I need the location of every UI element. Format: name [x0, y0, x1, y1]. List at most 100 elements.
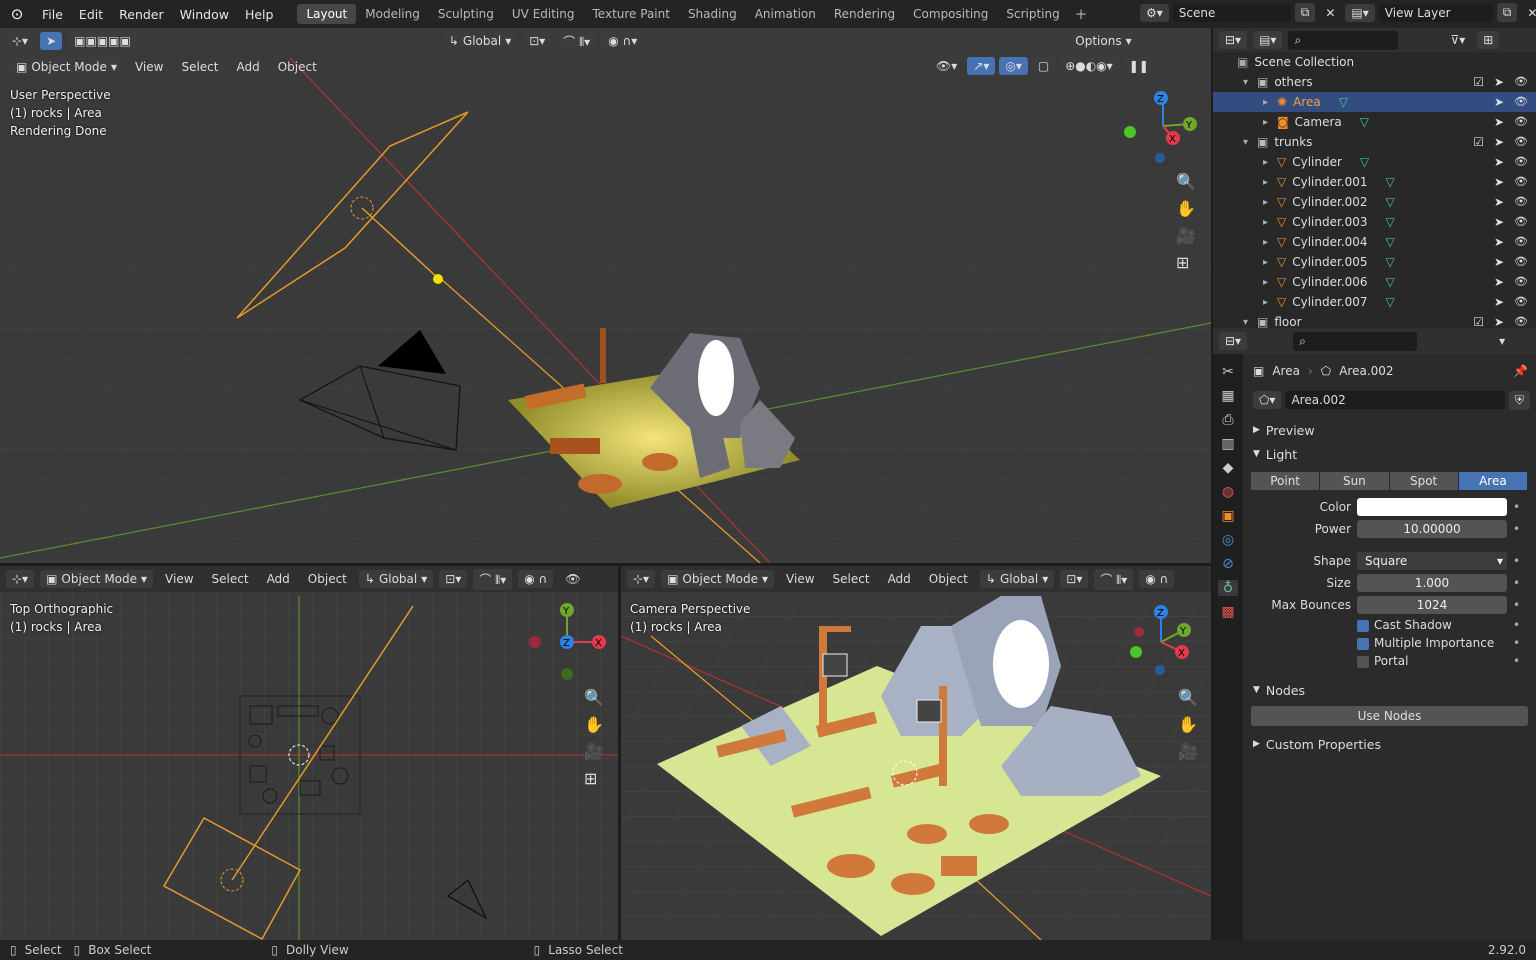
portal-checkbox[interactable]: Portal — [1357, 654, 1507, 668]
editor-type-button-br[interactable]: ⊹▾ — [627, 570, 656, 588]
menu-edit[interactable]: Edit — [71, 7, 111, 22]
data-icon[interactable]: ▽ — [1386, 175, 1395, 189]
outliner-row-cylinder-001[interactable]: ▸ ▽ Cylinder.001 ▽ ➤ 👁 — [1213, 172, 1536, 192]
datablock-name-field[interactable]: Area.002 — [1285, 391, 1505, 409]
visibility-eye-icon[interactable]: 👁 — [1514, 275, 1528, 289]
pin-icon[interactable]: 📌 — [1513, 364, 1528, 378]
view-layer-icon[interactable]: ▤▾ — [1345, 3, 1375, 22]
menu-view-bl[interactable]: View — [159, 570, 199, 588]
expand-icon[interactable]: ▸ — [1263, 257, 1277, 268]
editor-type-button-bl[interactable]: ⊹▾ — [6, 570, 35, 588]
viewport-camera[interactable]: ⊹▾ ▣ Object Mode ▾ View Select Add Objec… — [621, 566, 1211, 940]
snap-button-br[interactable]: ⌒ ⫴▾ — [1094, 568, 1134, 590]
scene-selector[interactable]: Scene — [1172, 3, 1291, 22]
workspace-tab-shading[interactable]: Shading — [679, 4, 746, 24]
outliner-row-others[interactable]: ▾ ▣ others ☑ ➤ 👁 — [1213, 72, 1536, 92]
custom-properties-section[interactable]: ▶ Custom Properties — [1247, 732, 1536, 756]
menu-select[interactable]: Select — [175, 58, 224, 76]
expand-icon[interactable]: ▸ — [1263, 177, 1277, 188]
overlay-toggle-icon[interactable]: ◎▾ — [999, 57, 1028, 75]
delete-scene-icon[interactable]: ✕ — [1319, 4, 1341, 22]
workspace-tab-rendering[interactable]: Rendering — [825, 4, 904, 24]
display-mode-icon[interactable]: ▤▾ — [1253, 31, 1283, 49]
properties-options-icon[interactable]: ▾ — [1493, 332, 1511, 350]
menu-select-bl[interactable]: Select — [206, 570, 255, 588]
multiple-importance-checkbox[interactable]: Multiple Importance — [1357, 636, 1507, 650]
properties-search-input[interactable]: ⌕ — [1293, 331, 1418, 351]
light-type-spot[interactable]: Spot — [1389, 472, 1459, 490]
light-type-area[interactable]: Area — [1458, 472, 1528, 490]
outliner-row-camera[interactable]: ▸ ◙ Camera ▽ ➤ 👁 — [1213, 112, 1536, 132]
pan-hand-icon-br[interactable]: ✋ — [1178, 715, 1198, 734]
viewport-perspective[interactable]: ⊹▾ ➤ ▣▣▣▣▣ ↳ Global ▾ ⊡▾ ⌒ ⫴▾ ◉ ∩▾ Optio… — [0, 28, 1211, 563]
options-dropdown[interactable]: Options ▾ — [1069, 32, 1138, 50]
workspace-tab-uv-editing[interactable]: UV Editing — [503, 4, 584, 24]
data-icon[interactable]: ▽ — [1386, 275, 1395, 289]
object-tab-icon[interactable]: ▣ — [1221, 508, 1234, 524]
data-icon[interactable]: ▽ — [1386, 235, 1395, 249]
selectable-icon[interactable]: ➤ — [1494, 235, 1504, 249]
workspace-tab-layout[interactable]: Layout — [297, 4, 357, 24]
visibility-eye-icon[interactable]: 👁 — [1514, 215, 1528, 229]
proportional-edit-button[interactable]: ◉ ∩▾ — [602, 32, 644, 50]
add-workspace-button[interactable]: + — [1075, 5, 1088, 23]
expand-icon[interactable]: ▸ — [1263, 197, 1277, 208]
light-type-point[interactable]: Point — [1251, 472, 1321, 490]
snap-button-bl[interactable]: ⌒ ⫴▾ — [473, 568, 513, 590]
exclude-checkbox-icon[interactable]: ☑ — [1473, 75, 1484, 89]
view-layer-tab-icon[interactable]: ▥ — [1221, 436, 1234, 452]
selectable-icon[interactable]: ➤ — [1494, 255, 1504, 269]
visibility-eye-icon[interactable]: 👁 — [1514, 155, 1528, 169]
datablock-browse-icon[interactable]: ⬠▾ — [1253, 391, 1282, 409]
exclude-checkbox-icon[interactable]: ☑ — [1473, 135, 1484, 149]
menu-add-br[interactable]: Add — [882, 570, 917, 588]
workspace-tab-sculpting[interactable]: Sculpting — [429, 4, 503, 24]
expand-icon[interactable]: ▸ — [1263, 237, 1277, 248]
menu-render[interactable]: Render — [111, 7, 172, 22]
viewport-top-ortho[interactable]: ⊹▾ ▣ Object Mode ▾ View Select Add Objec… — [0, 566, 618, 940]
data-icon[interactable]: ▽ — [1386, 195, 1395, 209]
fake-user-icon[interactable]: ⛨ — [1508, 390, 1530, 410]
camera-view-icon-bl[interactable]: 🎥 — [584, 742, 604, 761]
blender-logo-icon[interactable]: ⊙ — [0, 5, 34, 23]
menu-view-br[interactable]: View — [780, 570, 820, 588]
xray-toggle-icon[interactable]: ▢ — [1031, 57, 1056, 75]
menu-object[interactable]: Object — [272, 58, 323, 76]
selectable-icon[interactable]: ➤ — [1494, 115, 1504, 129]
expand-icon[interactable]: ▸ — [1263, 117, 1277, 128]
pan-hand-icon[interactable]: ✋ — [1176, 199, 1196, 218]
visibility-eye-icon[interactable]: 👁 — [1514, 235, 1528, 249]
expand-icon[interactable]: ▸ — [1263, 217, 1277, 228]
properties-editor-type-icon[interactable]: ⊟▾ — [1219, 332, 1248, 350]
visibility-eye-icon[interactable]: 👁 — [1514, 75, 1528, 89]
light-section[interactable]: ▼ Light — [1247, 442, 1536, 466]
selectable-icon[interactable]: ➤ — [1494, 275, 1504, 289]
outliner-row-cylinder-002[interactable]: ▸ ▽ Cylinder.002 ▽ ➤ 👁 — [1213, 192, 1536, 212]
outliner-editor-type-icon[interactable]: ⊟▾ — [1219, 31, 1248, 49]
outliner-row-floor[interactable]: ▾ ▣ floor ☑ ➤ 👁 — [1213, 312, 1536, 328]
menu-view[interactable]: View — [129, 58, 169, 76]
visibility-icon-bl[interactable]: 👁 — [559, 570, 586, 588]
expand-icon[interactable]: ▸ — [1263, 277, 1277, 288]
transform-orientation-dropdown[interactable]: ↳ Global ▾ — [442, 32, 518, 50]
selectable-icon[interactable]: ➤ — [1494, 95, 1504, 109]
use-nodes-button[interactable]: Use Nodes — [1251, 706, 1528, 726]
delete-view-layer-icon[interactable]: ✕ — [1521, 4, 1536, 22]
zoom-icon-br[interactable]: 🔍 — [1178, 688, 1198, 707]
max-bounces-field[interactable]: 1024 — [1357, 596, 1507, 614]
data-icon[interactable]: ▽ — [1360, 155, 1369, 169]
menu-help[interactable]: Help — [237, 7, 282, 22]
selectable-icon[interactable]: ➤ — [1494, 135, 1504, 149]
menu-add[interactable]: Add — [230, 58, 265, 76]
zoom-icon[interactable]: 🔍 — [1176, 172, 1196, 191]
proportional-button-bl[interactable]: ◉ ∩ — [518, 570, 554, 588]
data-icon[interactable]: ▽ — [1386, 215, 1395, 229]
selectable-icon[interactable]: ➤ — [1494, 175, 1504, 189]
menu-object-bl[interactable]: Object — [302, 570, 353, 588]
expand-icon[interactable]: ▾ — [1243, 77, 1257, 88]
gizmo-toggle-icon[interactable]: ↗▾ — [967, 57, 996, 75]
select-tool-button[interactable]: ➤ — [40, 32, 63, 50]
physics-tab-icon[interactable]: ◎ — [1222, 532, 1234, 548]
visibility-eye-icon[interactable]: 👁 — [1514, 255, 1528, 269]
visibility-eye-icon[interactable]: 👁 — [1514, 195, 1528, 209]
